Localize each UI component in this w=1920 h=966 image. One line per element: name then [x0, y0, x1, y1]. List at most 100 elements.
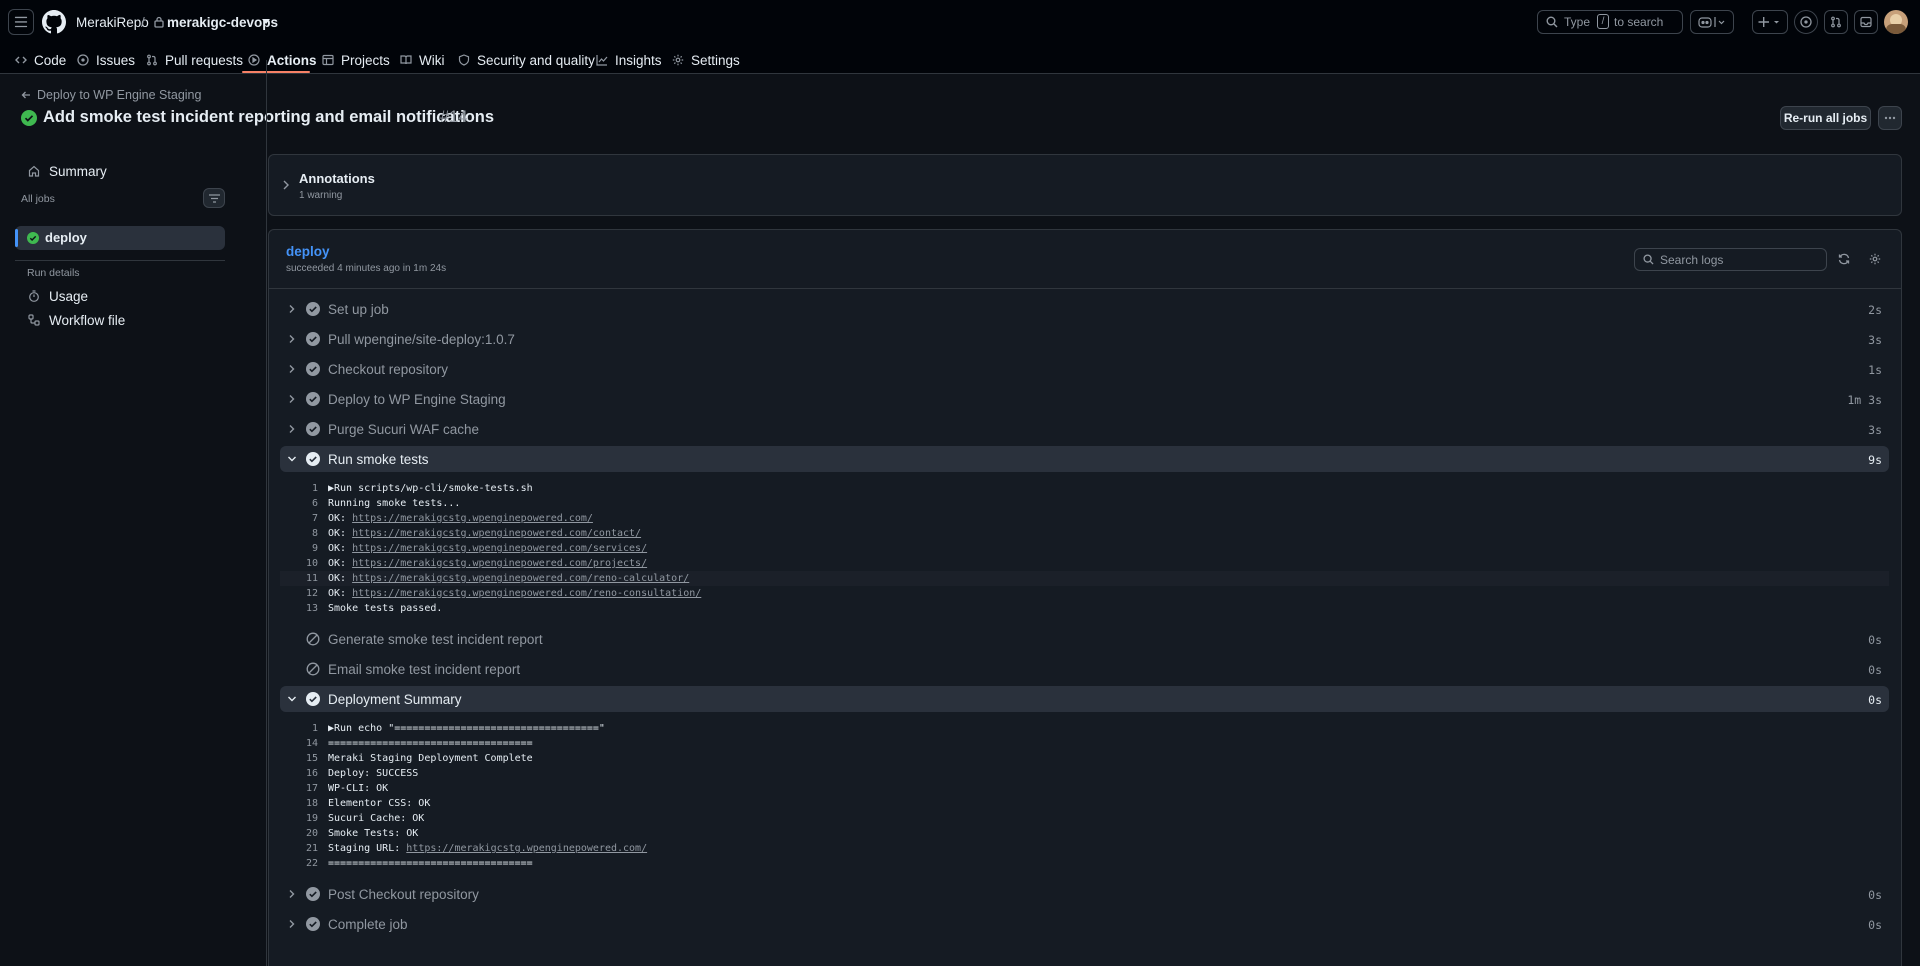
chevron-right-icon[interactable]: [287, 364, 297, 374]
github-logo[interactable]: [42, 10, 66, 34]
log-line-number[interactable]: 18: [280, 796, 318, 811]
log-line-number[interactable]: 20: [280, 826, 318, 841]
chevron-down-icon[interactable]: [287, 454, 297, 464]
log-line-number[interactable]: 10: [280, 556, 318, 571]
step-row[interactable]: Set up job 2s: [280, 296, 1889, 322]
step-row[interactable]: Email smoke test incident report 0s: [280, 656, 1889, 682]
log-link[interactable]: https://merakigcstg.wpenginepowered.com/: [406, 843, 647, 854]
log-line-number[interactable]: 17: [280, 781, 318, 796]
step-row[interactable]: Deploy to WP Engine Staging 1m 3s: [280, 386, 1889, 412]
tab-security[interactable]: Security and quality: [458, 47, 595, 73]
tab-wiki[interactable]: Wiki: [400, 47, 445, 73]
step-duration: 1m 3s: [1847, 393, 1882, 407]
log-line-number[interactable]: 8: [280, 526, 318, 541]
step-row[interactable]: Run smoke tests 9s: [280, 446, 1889, 472]
step-name: Deployment Summary: [328, 692, 462, 707]
tab-settings[interactable]: Settings: [672, 47, 740, 73]
chevron-right-icon[interactable]: [287, 334, 297, 344]
log-line-number[interactable]: 16: [280, 766, 318, 781]
log-line-number[interactable]: 9: [280, 541, 318, 556]
annotations-subtitle: 1 warning: [299, 190, 343, 201]
log-line-content: OK:: [328, 558, 353, 569]
log-link[interactable]: https://merakigcstg.wpenginepowered.com/…: [352, 588, 701, 599]
menu-button[interactable]: [8, 9, 34, 35]
sidebar-item-summary[interactable]: Summary: [20, 158, 226, 184]
step-name: Post Checkout repository: [328, 887, 479, 902]
annotations-title[interactable]: Annotations: [299, 171, 375, 186]
chevron-right-icon[interactable]: [287, 304, 297, 314]
job-name: deploy: [286, 244, 330, 259]
tab-pull-requests[interactable]: Pull requests: [146, 47, 243, 73]
tab-issues[interactable]: Issues: [77, 47, 135, 73]
repo-dropdown-icon[interactable]: [262, 19, 270, 24]
rerun-all-jobs-button[interactable]: Re-run all jobs: [1780, 106, 1871, 130]
job-header-divider: [268, 288, 1902, 289]
log-line-number[interactable]: 14: [280, 736, 318, 751]
log-line-text: OK: https://merakigcstg.wpenginepowered.…: [328, 571, 689, 586]
tab-code-label: Code: [34, 52, 67, 68]
log-link[interactable]: https://merakigcstg.wpenginepowered.com/…: [352, 573, 689, 584]
log-line: 16 Deploy: SUCCESS: [280, 766, 1889, 781]
log-line-text: Meraki Staging Deployment Complete: [328, 751, 533, 766]
run-more-options-button[interactable]: [1878, 106, 1902, 130]
sidebar-item-workflow-file[interactable]: Workflow file: [20, 307, 226, 333]
log-line-number[interactable]: 21: [280, 841, 318, 856]
owner-link[interactable]: MerakiRepo: [76, 15, 149, 30]
filter-icon: [208, 193, 220, 203]
issues-button[interactable]: [1794, 10, 1818, 34]
log-line-number[interactable]: 11: [280, 571, 318, 586]
log-line-text: WP-CLI: OK: [328, 781, 388, 796]
back-to-workflow-link[interactable]: Deploy to WP Engine Staging: [21, 88, 201, 102]
active-tab-underline: [242, 71, 310, 73]
log-link[interactable]: https://merakigcstg.wpenginepowered.com/…: [352, 543, 647, 554]
inbox-button[interactable]: [1854, 10, 1878, 34]
log-line-number[interactable]: 19: [280, 811, 318, 826]
copilot-button[interactable]: [1690, 10, 1734, 34]
search-logs-input[interactable]: Search logs: [1634, 248, 1827, 271]
sidebar-item-deploy[interactable]: deploy: [15, 226, 225, 250]
github-icon: [42, 10, 66, 34]
log-line: 11 OK: https://merakigcstg.wpenginepowere…: [280, 571, 1889, 586]
tab-code[interactable]: Code: [15, 47, 66, 73]
job-status: succeeded 4 minutes ago in 1m 24s: [286, 263, 447, 274]
chevron-down-icon[interactable]: [287, 694, 297, 704]
avatar[interactable]: [1884, 10, 1908, 34]
annotations-panel: Annotations 1 warning: [268, 154, 1902, 216]
step-row[interactable]: Purge Sucuri WAF cache 3s: [280, 416, 1889, 442]
log-line-number[interactable]: 1: [280, 481, 318, 496]
tab-actions[interactable]: Actions: [248, 47, 317, 73]
pull-requests-button[interactable]: [1824, 10, 1848, 34]
log-line-number[interactable]: 22: [280, 856, 318, 871]
log-line-number[interactable]: 1: [280, 721, 318, 736]
chevron-right-icon[interactable]: [287, 394, 297, 404]
tab-projects[interactable]: Projects: [322, 47, 390, 73]
sidebar-item-usage[interactable]: Usage: [20, 283, 226, 309]
log-link[interactable]: https://merakigcstg.wpenginepowered.com/: [352, 513, 593, 524]
step-row[interactable]: Generate smoke test incident report 0s: [280, 626, 1889, 652]
step-row[interactable]: Complete job 0s: [280, 911, 1889, 937]
log-line-number[interactable]: 7: [280, 511, 318, 526]
step-row[interactable]: Deployment Summary 0s: [280, 686, 1889, 712]
refresh-icon[interactable]: [1838, 253, 1850, 265]
log-line-number[interactable]: 13: [280, 601, 318, 616]
chevron-right-icon[interactable]: [287, 424, 297, 434]
log-link[interactable]: https://merakigcstg.wpenginepowered.com/…: [352, 558, 647, 569]
step-row[interactable]: Checkout repository 1s: [280, 356, 1889, 382]
chevron-right-icon[interactable]: [287, 919, 297, 929]
search-input[interactable]: Type / to search: [1537, 10, 1683, 34]
log-link[interactable]: https://merakigcstg.wpenginepowered.com/…: [352, 528, 641, 539]
log-line-number[interactable]: 15: [280, 751, 318, 766]
gear-icon[interactable]: [1869, 253, 1881, 265]
rerun-label: Re-run all jobs: [1783, 111, 1868, 125]
step-row[interactable]: Pull wpengine/site-deploy:1.0.7 3s: [280, 326, 1889, 352]
chevron-right-icon[interactable]: [287, 889, 297, 899]
filter-jobs-button[interactable]: [203, 188, 225, 208]
create-new-button[interactable]: [1752, 10, 1788, 34]
log-line-number[interactable]: 12: [280, 586, 318, 601]
chevron-right-icon[interactable]: [282, 180, 290, 190]
log-line: 17 WP-CLI: OK: [280, 781, 1889, 796]
step-row[interactable]: Post Checkout repository 0s: [280, 881, 1889, 907]
tab-insights[interactable]: Insights: [596, 47, 662, 73]
log-line-content: Meraki Staging Deployment Complete: [328, 753, 533, 764]
log-line-number[interactable]: 6: [280, 496, 318, 511]
